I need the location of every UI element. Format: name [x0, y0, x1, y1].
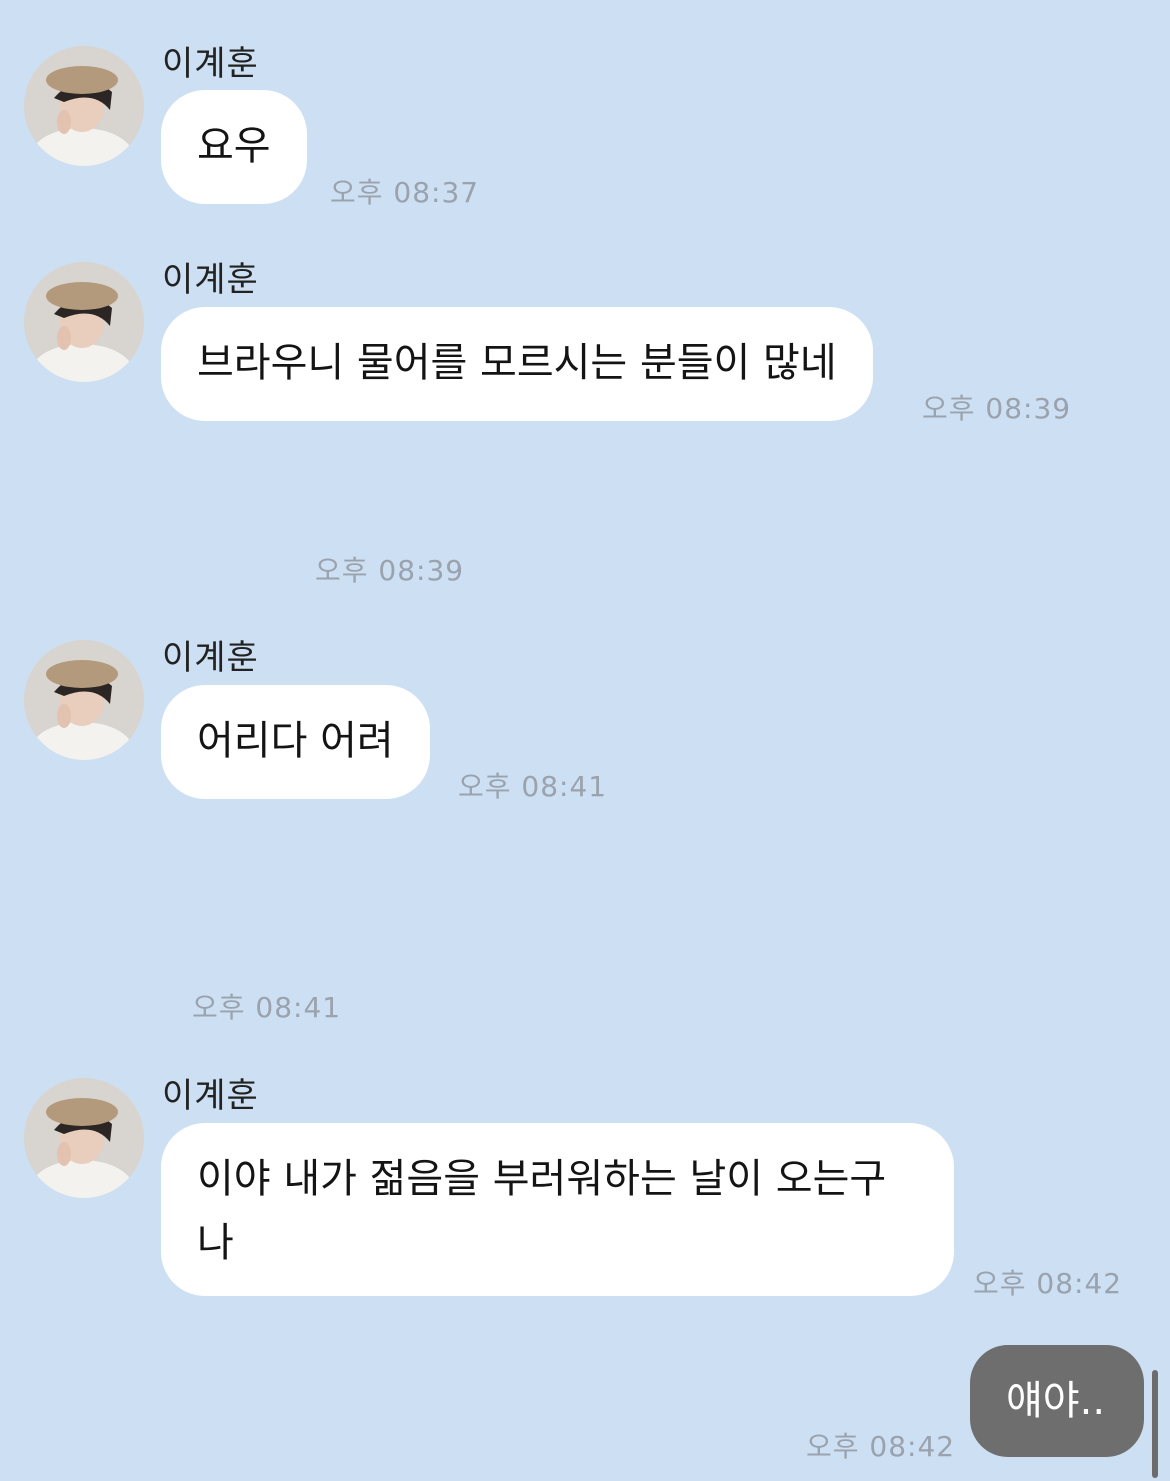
avatar[interactable] [24, 640, 144, 760]
message-bubble[interactable]: 요우 [161, 90, 307, 204]
message-bubble[interactable]: 이야 내가 젊음을 부러워하는 날이 오는구나 [161, 1123, 954, 1296]
message-time: 오후 08:41 [192, 991, 342, 1024]
avatar[interactable] [24, 46, 144, 166]
message-time: 오후 08:42 [973, 1267, 1123, 1300]
avatar[interactable] [24, 1078, 144, 1198]
message-time: 오후 08:41 [458, 770, 608, 803]
profile-photo-icon [24, 1078, 144, 1198]
my-message-bubble[interactable]: 얘야.. [970, 1345, 1144, 1457]
message-time: 오후 08:37 [330, 176, 480, 209]
profile-photo-icon [24, 46, 144, 166]
message-bubble[interactable]: 브라우니 물어를 모르시는 분들이 많네 [161, 307, 873, 421]
sender-name: 이계훈 [162, 638, 259, 678]
message-time: 오후 08:39 [922, 392, 1072, 425]
sender-name: 이계훈 [162, 260, 259, 300]
sender-name: 이계훈 [162, 44, 259, 84]
profile-photo-icon [24, 640, 144, 760]
sender-name: 이계훈 [162, 1076, 259, 1116]
message-bubble[interactable]: 어리다 어려 [161, 685, 430, 799]
my-message-time: 오후 08:42 [806, 1430, 956, 1463]
scrollbar[interactable] [1152, 1370, 1158, 1478]
message-time: 오후 08:39 [315, 554, 465, 587]
avatar[interactable] [24, 262, 144, 382]
profile-photo-icon [24, 262, 144, 382]
